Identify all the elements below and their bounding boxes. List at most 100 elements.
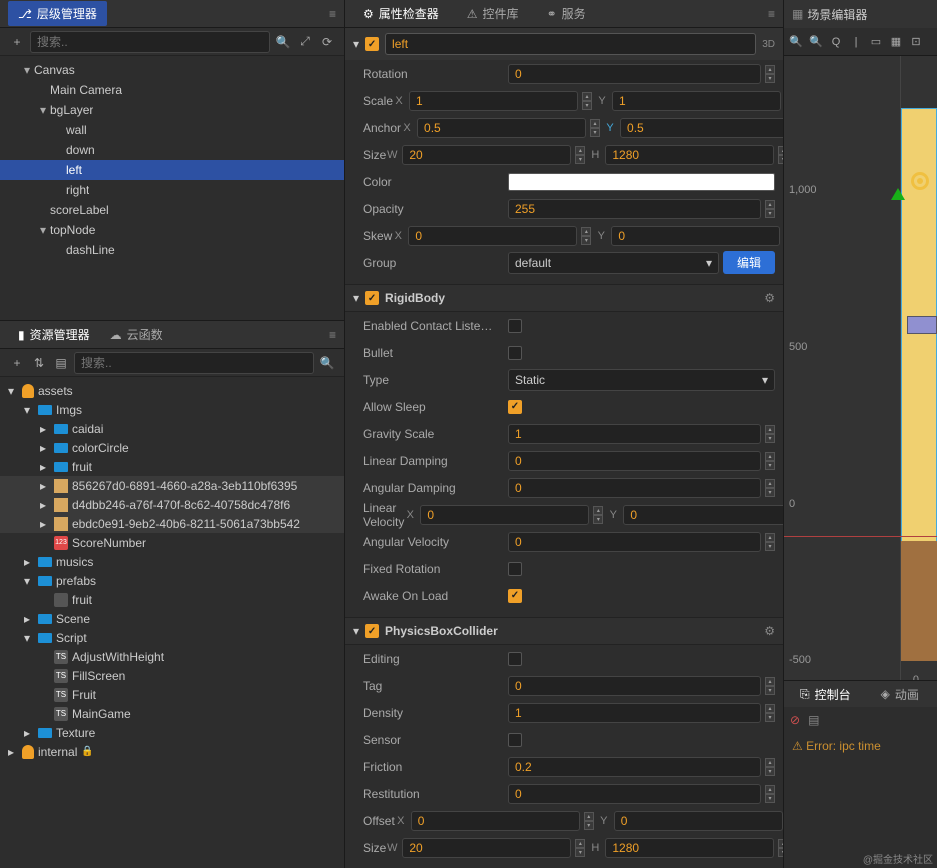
expand-icon[interactable]: ⤢: [296, 33, 314, 51]
edit-group-button[interactable]: 编辑: [723, 251, 775, 274]
hierarchy-item[interactable]: left: [0, 160, 344, 180]
hierarchy-item[interactable]: ▾Canvas: [0, 60, 344, 80]
hierarchy-item[interactable]: ▾bgLayer: [0, 100, 344, 120]
asset-item[interactable]: TSAdjustWithHeight: [0, 647, 344, 666]
add-asset-button[interactable]: +: [8, 354, 26, 372]
gravity-scale-input[interactable]: [508, 424, 761, 444]
contact-listener-checkbox[interactable]: [508, 319, 522, 333]
asset-item[interactable]: ▸Scene: [0, 609, 344, 628]
hierarchy-item[interactable]: right: [0, 180, 344, 200]
asset-item[interactable]: 123ScoreNumber: [0, 533, 344, 552]
hierarchy-item[interactable]: Main Camera: [0, 80, 344, 100]
boxcollider-enabled-checkbox[interactable]: ✓: [365, 624, 379, 638]
hierarchy-item[interactable]: scoreLabel: [0, 200, 344, 220]
rigidbody-enabled-checkbox[interactable]: ✓: [365, 291, 379, 305]
inspector-tab[interactable]: ⚙ 属性检查器: [353, 1, 449, 26]
sort-icon[interactable]: ⇅: [30, 354, 48, 372]
menu-icon[interactable]: ≡: [329, 328, 336, 342]
collider-h-input[interactable]: [605, 838, 774, 858]
align-icon[interactable]: ▭: [868, 34, 884, 50]
angular-damping-input[interactable]: [508, 478, 761, 498]
asset-item[interactable]: ▸ebdc0e91-9eb2-40b6-8211-5061a73bb542: [0, 514, 344, 533]
asset-item[interactable]: TSFruit: [0, 685, 344, 704]
anchor-x-input[interactable]: [417, 118, 586, 138]
hierarchy-item[interactable]: wall: [0, 120, 344, 140]
center-icon[interactable]: ⊡: [908, 34, 924, 50]
zoom-fit-icon[interactable]: Q: [828, 34, 844, 50]
widget-lib-tab[interactable]: ⚠ 控件库: [457, 1, 529, 26]
asset-item[interactable]: ▾prefabs: [0, 571, 344, 590]
opacity-input[interactable]: [508, 199, 761, 219]
asset-item[interactable]: ▸d4dbb246-a76f-470f-8c62-40758dc478f6: [0, 495, 344, 514]
linear-velocity-x-input[interactable]: [420, 505, 589, 525]
clear-error-icon[interactable]: ⊘: [790, 713, 800, 727]
asset-item[interactable]: ▸caidai: [0, 419, 344, 438]
mode-3d-toggle[interactable]: 3D: [762, 39, 775, 50]
offset-y-input[interactable]: [614, 811, 783, 831]
menu-icon[interactable]: ≡: [329, 7, 336, 21]
filter-icon[interactable]: ▤: [52, 354, 70, 372]
collider-w-input[interactable]: [402, 838, 571, 858]
services-tab[interactable]: ⚭ 服务: [537, 1, 596, 26]
asset-item[interactable]: ▸fruit: [0, 457, 344, 476]
hierarchy-item[interactable]: down: [0, 140, 344, 160]
search-icon[interactable]: 🔍: [274, 33, 292, 51]
tag-input[interactable]: [508, 676, 761, 696]
zoom-out-icon[interactable]: 🔍: [788, 34, 804, 50]
chevron-down-icon[interactable]: ▾: [353, 291, 359, 305]
asset-item[interactable]: fruit: [0, 590, 344, 609]
animation-tab[interactable]: ◈ 动画: [871, 682, 929, 707]
friction-input[interactable]: [508, 757, 761, 777]
rigidbody-type-select[interactable]: Static▾: [508, 369, 775, 391]
gear-icon[interactable]: ⚙: [764, 624, 775, 638]
angular-velocity-input[interactable]: [508, 532, 761, 552]
refresh-icon[interactable]: ⟳: [318, 33, 336, 51]
chevron-down-icon[interactable]: ▾: [353, 624, 359, 638]
offset-x-input[interactable]: [411, 811, 580, 831]
gear-icon[interactable]: ⚙: [764, 291, 775, 305]
asset-item[interactable]: ▾Script: [0, 628, 344, 647]
console-tab[interactable]: ⎘ 控制台: [790, 682, 861, 707]
cloud-tab[interactable]: ☁ 云函数: [100, 322, 173, 347]
hierarchy-tab[interactable]: ⎇ 层级管理器: [8, 1, 107, 26]
asset-item[interactable]: ▸internal 🔒: [0, 742, 344, 761]
asset-item[interactable]: ▸musics: [0, 552, 344, 571]
density-input[interactable]: [508, 703, 761, 723]
asset-item[interactable]: ▸856267d0-6891-4660-a28a-3eb110bf6395: [0, 476, 344, 495]
restitution-input[interactable]: [508, 784, 761, 804]
sensor-checkbox[interactable]: [508, 733, 522, 747]
group-select[interactable]: default▾: [508, 252, 719, 274]
asset-item[interactable]: ▾assets: [0, 381, 344, 400]
zoom-in-icon[interactable]: 🔍: [808, 34, 824, 50]
fixed-rotation-checkbox[interactable]: [508, 562, 522, 576]
chevron-down-icon[interactable]: ▾: [353, 37, 359, 51]
hierarchy-item[interactable]: dashLine: [0, 240, 344, 260]
grid-icon[interactable]: ▦: [888, 34, 904, 50]
assets-search-input[interactable]: [74, 352, 314, 374]
linear-damping-input[interactable]: [508, 451, 761, 471]
add-button[interactable]: +: [8, 33, 26, 51]
node-enabled-checkbox[interactable]: ✓: [365, 37, 379, 51]
copy-icon[interactable]: ▤: [808, 713, 819, 727]
linear-velocity-y-input[interactable]: [623, 505, 783, 525]
color-swatch[interactable]: [508, 173, 775, 191]
editing-checkbox[interactable]: [508, 652, 522, 666]
hierarchy-search-input[interactable]: [30, 31, 270, 53]
scale-y-input[interactable]: [612, 91, 781, 111]
asset-item[interactable]: ▸colorCircle: [0, 438, 344, 457]
awake-on-load-checkbox[interactable]: ✓: [508, 589, 522, 603]
size-h-input[interactable]: [605, 145, 774, 165]
skew-y-input[interactable]: [611, 226, 780, 246]
asset-item[interactable]: TSFillScreen: [0, 666, 344, 685]
size-w-input[interactable]: [402, 145, 571, 165]
menu-icon[interactable]: ≡: [768, 7, 775, 21]
search-icon[interactable]: 🔍: [318, 354, 336, 372]
anchor-y-input[interactable]: [620, 118, 783, 138]
scene-viewport[interactable]: 1,000 500 0 -500 0: [784, 56, 937, 680]
bullet-checkbox[interactable]: [508, 346, 522, 360]
node-name-input[interactable]: [385, 33, 756, 55]
asset-item[interactable]: ▾Imgs: [0, 400, 344, 419]
asset-item[interactable]: TSMainGame: [0, 704, 344, 723]
allow-sleep-checkbox[interactable]: ✓: [508, 400, 522, 414]
spinner[interactable]: ▴▾: [765, 65, 775, 83]
